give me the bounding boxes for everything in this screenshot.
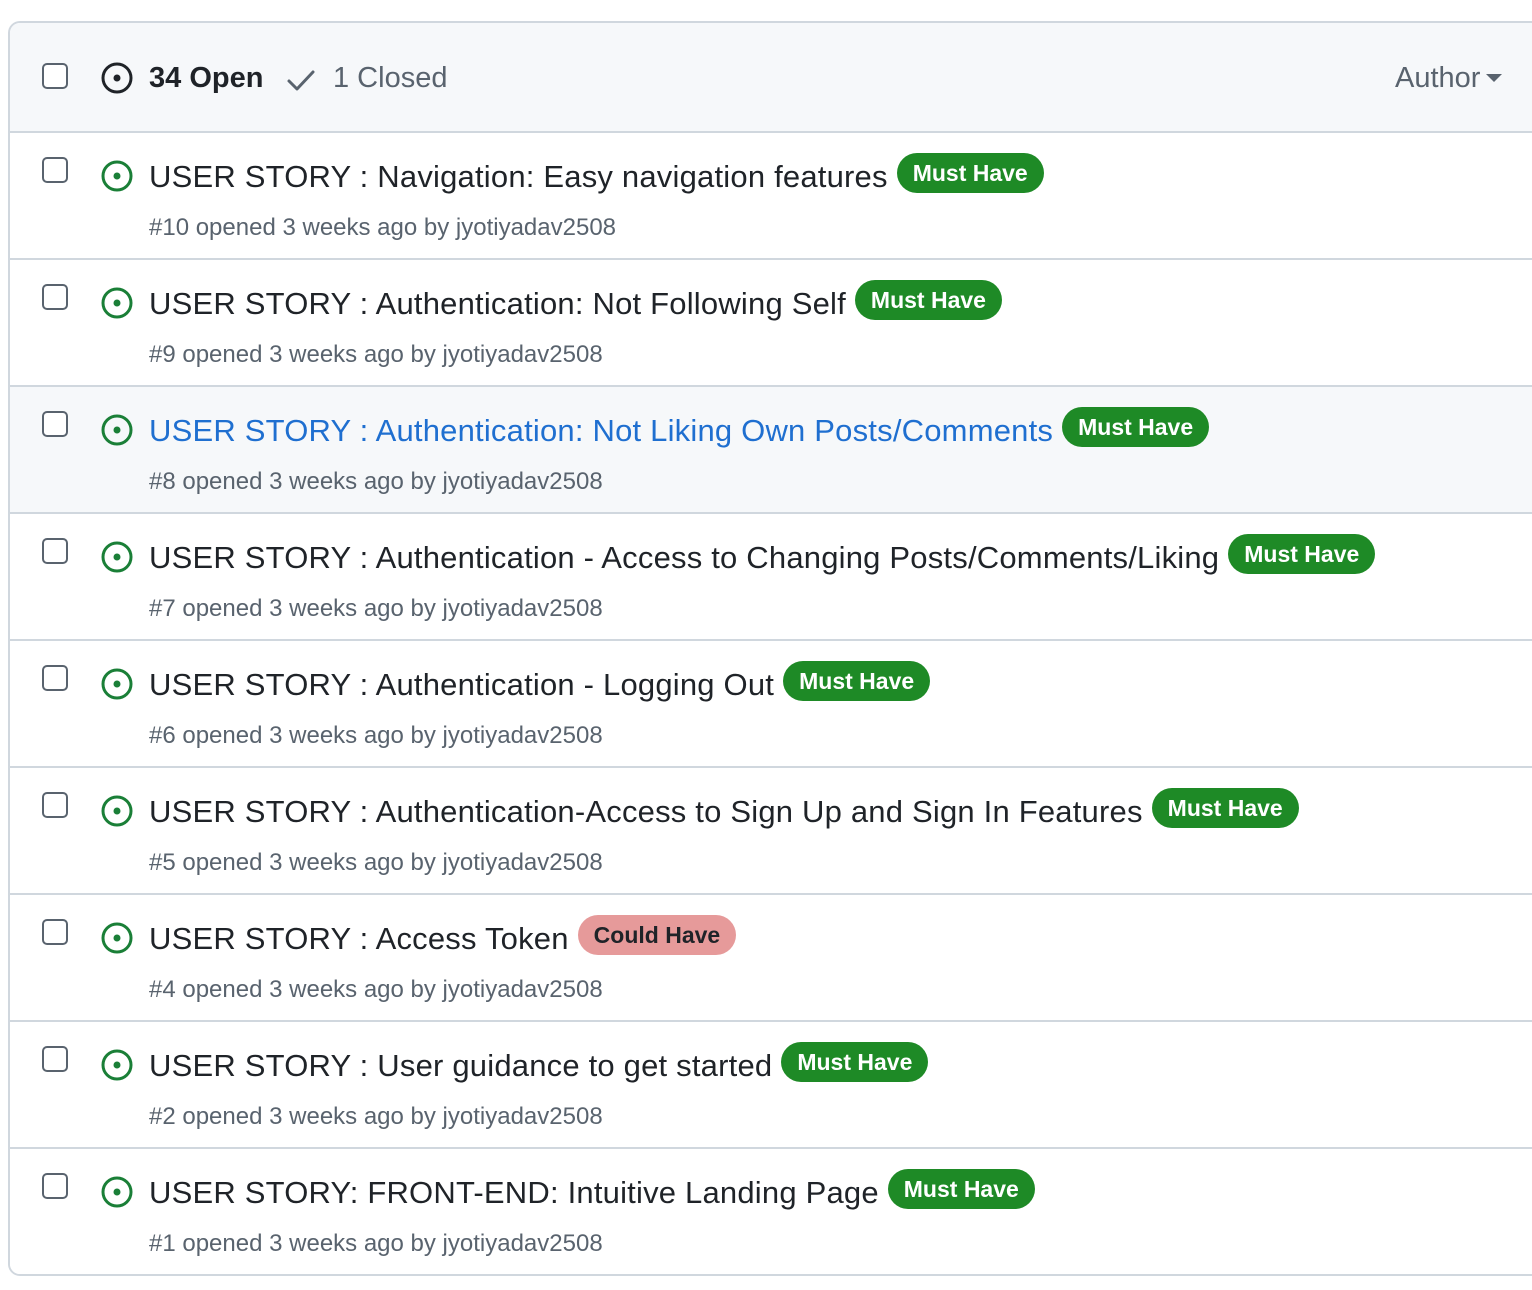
issue-row[interactable]: USER STORY : Authentication-Access to Si…	[10, 768, 1532, 895]
issue-label[interactable]: Must Have	[896, 153, 1044, 193]
issue-meta: #8 opened 3 weeks ago by jyotiyadav2508	[149, 468, 603, 495]
open-issue-icon	[101, 795, 133, 827]
issue-label[interactable]: Could Have	[577, 915, 737, 955]
issues-toolbar: 34 Open 1 Closed Author	[10, 23, 1532, 133]
open-issue-icon	[101, 1049, 133, 1081]
open-issue-icon	[101, 922, 133, 954]
issue-checkbox[interactable]	[42, 538, 68, 564]
select-all-checkbox[interactable]	[42, 63, 68, 89]
issue-title-line: USER STORY : Navigation: Easy navigation…	[149, 153, 1044, 201]
issue-checkbox[interactable]	[42, 665, 68, 691]
issue-label[interactable]: Must Have	[854, 280, 1002, 320]
issue-title-line: USER STORY : Authentication - Access to …	[149, 534, 1376, 582]
issue-meta: #7 opened 3 weeks ago by jyotiyadav2508	[149, 595, 603, 622]
issue-title-link[interactable]: USER STORY : User guidance to get starte…	[149, 1042, 772, 1090]
issue-checkbox[interactable]	[42, 919, 68, 945]
issue-title-line: USER STORY : Authentication: Not Liking …	[149, 407, 1210, 455]
closed-issues-tab[interactable]: 1 Closed	[333, 61, 447, 95]
issue-label[interactable]: Must Have	[1151, 788, 1299, 828]
issue-checkbox[interactable]	[42, 792, 68, 818]
issue-label[interactable]: Must Have	[781, 1042, 929, 1082]
issue-meta: #6 opened 3 weeks ago by jyotiyadav2508	[149, 722, 603, 749]
issue-title-line: USER STORY : User guidance to get starte…	[149, 1042, 929, 1090]
issue-rows: USER STORY : Navigation: Easy navigation…	[10, 133, 1532, 1274]
issue-title-link[interactable]: USER STORY : Authentication-Access to Si…	[149, 788, 1143, 836]
issue-row[interactable]: USER STORY : Navigation: Easy navigation…	[10, 133, 1532, 260]
open-issues-tab[interactable]: 34 Open	[149, 61, 263, 95]
open-issue-icon	[101, 668, 133, 700]
issue-meta: #9 opened 3 weeks ago by jyotiyadav2508	[149, 341, 603, 368]
issue-checkbox[interactable]	[42, 1046, 68, 1072]
issue-checkbox[interactable]	[42, 411, 68, 437]
issue-title-link[interactable]: USER STORY : Authentication: Not Liking …	[149, 407, 1053, 455]
open-issue-icon	[101, 287, 133, 319]
issue-title-line: USER STORY : Access Token Could Have	[149, 915, 737, 963]
open-issue-icon	[101, 1176, 133, 1208]
chevron-down-icon	[1486, 73, 1503, 82]
issue-title-link[interactable]: USER STORY : Access Token	[149, 915, 569, 963]
issue-checkbox[interactable]	[42, 1173, 68, 1199]
issue-row[interactable]: USER STORY: FRONT-END: Intuitive Landing…	[10, 1149, 1532, 1274]
issue-title-line: USER STORY : Authentication: Not Followi…	[149, 280, 1002, 328]
issue-label[interactable]: Must Have	[887, 1169, 1035, 1209]
issue-checkbox[interactable]	[42, 284, 68, 310]
issue-title-link[interactable]: USER STORY : Navigation: Easy navigation…	[149, 153, 888, 201]
open-issue-icon	[101, 160, 133, 192]
issue-title-link[interactable]: USER STORY : Authentication - Logging Ou…	[149, 661, 774, 709]
issue-meta: #2 opened 3 weeks ago by jyotiyadav2508	[149, 1103, 603, 1130]
issue-label[interactable]: Must Have	[1062, 407, 1210, 447]
open-issue-icon	[101, 541, 133, 573]
author-filter-label: Author	[1395, 62, 1481, 94]
issue-row[interactable]: USER STORY : Authentication - Logging Ou…	[10, 641, 1532, 768]
issue-checkbox[interactable]	[42, 157, 68, 183]
issues-list: 34 Open 1 Closed Author USER STORY : Nav…	[8, 21, 1532, 1276]
issue-title-line: USER STORY : Authentication - Logging Ou…	[149, 661, 931, 709]
issue-title-line: USER STORY : Authentication-Access to Si…	[149, 788, 1299, 836]
issue-row[interactable]: USER STORY : User guidance to get starte…	[10, 1022, 1532, 1149]
issue-meta: #1 opened 3 weeks ago by jyotiyadav2508	[149, 1230, 603, 1257]
issue-row[interactable]: USER STORY : Authentication - Access to …	[10, 514, 1532, 641]
open-issue-icon	[101, 62, 133, 94]
issue-title-link[interactable]: USER STORY : Authentication - Access to …	[149, 534, 1219, 582]
open-issue-icon	[101, 414, 133, 446]
issue-label[interactable]: Must Have	[1228, 534, 1376, 574]
check-icon	[287, 70, 315, 91]
issue-title-link[interactable]: USER STORY: FRONT-END: Intuitive Landing…	[149, 1169, 879, 1217]
issue-row[interactable]: USER STORY : Access Token Could Have #4 …	[10, 895, 1532, 1022]
issue-title-line: USER STORY: FRONT-END: Intuitive Landing…	[149, 1169, 1035, 1217]
issue-meta: #4 opened 3 weeks ago by jyotiyadav2508	[149, 976, 603, 1003]
issue-meta: #5 opened 3 weeks ago by jyotiyadav2508	[149, 849, 603, 876]
issue-meta: #10 opened 3 weeks ago by jyotiyadav2508	[149, 214, 617, 241]
issue-title-link[interactable]: USER STORY : Authentication: Not Followi…	[149, 280, 846, 328]
author-filter-dropdown[interactable]: Author	[1395, 61, 1503, 95]
issue-label[interactable]: Must Have	[783, 661, 931, 701]
issue-row[interactable]: USER STORY : Authentication: Not Liking …	[10, 387, 1532, 514]
issue-row[interactable]: USER STORY : Authentication: Not Followi…	[10, 260, 1532, 387]
